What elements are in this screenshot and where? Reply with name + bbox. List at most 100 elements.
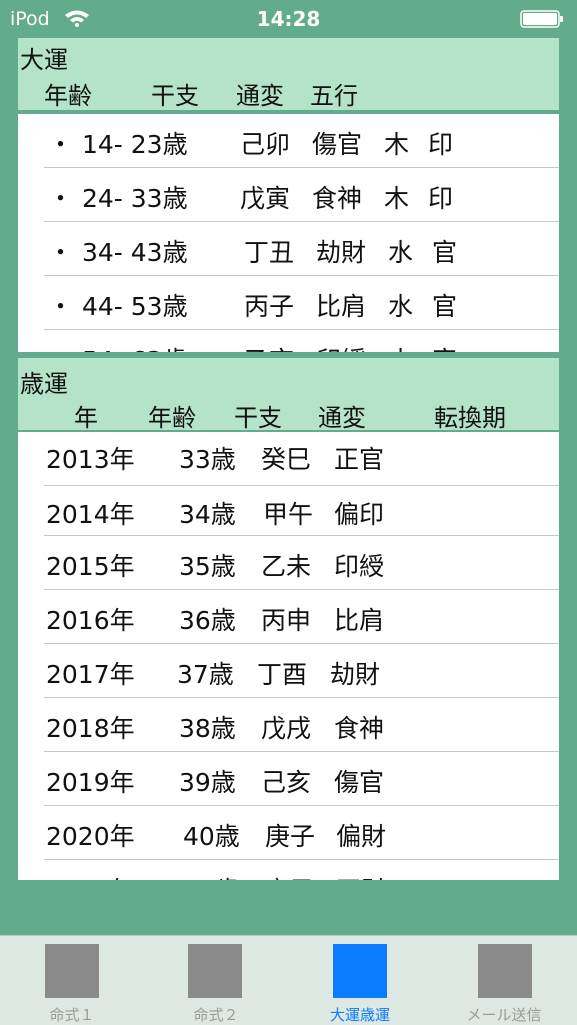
kanshi: 己卯 <box>240 130 291 159</box>
daiun-title: 大運 <box>20 46 68 74</box>
gogyo-1: 水 <box>388 238 414 267</box>
age: 40歳 <box>183 822 240 851</box>
year: 2019年 <box>46 768 135 797</box>
list-item[interactable]: 2016年 36歳 丙申 比肩 <box>18 590 559 644</box>
tsuhen: 印綬 <box>334 552 385 581</box>
list-item[interactable]: ・ 44- 53歳 丙子 比肩 水 官 <box>18 276 559 330</box>
tsuhen: 傷官 <box>334 768 385 797</box>
tsuhen: 食神 <box>334 714 385 743</box>
age: 39歳 <box>179 768 236 797</box>
tab-label: メール送信 <box>466 1006 542 1024</box>
gogyo-1: 木 <box>384 130 410 159</box>
saiun-col-turning-point: 転換期 <box>434 404 506 432</box>
year: 2014年 <box>46 500 135 529</box>
tsuhen: 劫財 <box>330 660 381 689</box>
age: 41歳 <box>183 871 240 880</box>
list-item[interactable]: ・ 24- 33歳 戊寅 食神 木 印 <box>18 168 559 222</box>
tab-meishiki-1[interactable]: 命式１ <box>0 936 144 1025</box>
clock: 14:28 <box>256 7 321 31</box>
list-item[interactable]: 2013年 33歳 癸巳 正官 <box>18 432 559 486</box>
gogyo-2: 官 <box>432 292 458 321</box>
list-item[interactable]: 2017年 37歳 丁酉 劫財 <box>18 644 559 698</box>
list-item[interactable]: 2014年 34歳 甲午 偏印 <box>18 482 559 536</box>
daiun-col-kanshi: 干支 <box>151 82 199 110</box>
year: 2018年 <box>46 714 135 743</box>
tsuhen: 印綬 <box>316 341 366 352</box>
tsuhen: 正官 <box>334 445 385 474</box>
daiun-header: 大運 年齢 干支 通変 五行 <box>18 38 559 110</box>
list-item[interactable]: 2015年 35歳 乙未 印綬 <box>18 536 559 590</box>
bullet: ・ <box>48 238 74 267</box>
bullet: ・ <box>48 184 74 213</box>
gogyo-1: 木 <box>384 184 410 213</box>
gogyo-1: 水 <box>388 341 413 352</box>
gogyo-2: 官 <box>432 341 457 352</box>
saiun-header: 歳運 年 年齢 干支 通変 転換期 <box>18 358 559 432</box>
bullet: ・ <box>48 130 74 159</box>
age: 38歳 <box>179 714 236 743</box>
list-item[interactable]: ・ 54- 63歳 乙亥 印綬 水 官 <box>18 330 559 352</box>
list-item[interactable]: 2021年 41歳 辛丑 正財 <box>18 860 559 880</box>
kanshi: 庚子 <box>265 822 316 851</box>
tab-icon-placeholder <box>478 944 532 998</box>
age: 33歳 <box>179 445 236 474</box>
kanshi: 甲午 <box>263 500 314 529</box>
tab-icon-placeholder <box>333 944 387 998</box>
tab-daiun-saiun[interactable]: 大運歳運 <box>288 936 432 1025</box>
kanshi: 乙亥 <box>244 341 294 352</box>
age-range: 14- 23歳 <box>82 130 188 159</box>
kanshi: 丁丑 <box>244 238 295 267</box>
tsuhen: 偏印 <box>334 500 385 529</box>
battery-icon <box>520 10 563 28</box>
age-range: 44- 53歳 <box>82 292 188 321</box>
tab-label: 命式１ <box>49 1006 95 1024</box>
list-item[interactable]: ・ 34- 43歳 丁丑 劫財 水 官 <box>18 222 559 276</box>
list-item[interactable]: 2019年 39歳 己亥 傷官 <box>18 752 559 806</box>
saiun-list[interactable]: 2013年 33歳 癸巳 正官 2014年 34歳 甲午 偏印 2015年 35… <box>18 432 559 880</box>
gogyo-1: 水 <box>388 292 414 321</box>
tsuhen: 食神 <box>312 184 363 213</box>
age-range: 24- 33歳 <box>82 184 188 213</box>
year: 2021年 <box>46 871 135 880</box>
tab-meishiki-2[interactable]: 命式２ <box>144 936 288 1025</box>
age: 35歳 <box>179 552 236 581</box>
saiun-title: 歳運 <box>20 370 68 398</box>
status-bar: iPod 14:28 <box>0 0 577 36</box>
daiun-list[interactable]: ・ 14- 23歳 己卯 傷官 木 印 ・ 24- 33歳 戊寅 食神 木 印 … <box>18 114 559 352</box>
saiun-col-age: 年齢 <box>148 404 196 432</box>
list-item[interactable]: 2020年 40歳 庚子 偏財 <box>18 806 559 860</box>
kanshi: 戊戌 <box>261 714 312 743</box>
gogyo-2: 印 <box>428 130 454 159</box>
tab-send-mail[interactable]: メール送信 <box>432 936 576 1025</box>
list-item[interactable]: 2018年 38歳 戊戌 食神 <box>18 698 559 752</box>
year: 2013年 <box>46 445 135 474</box>
tsuhen: 正財 <box>336 871 386 880</box>
kanshi: 丙子 <box>244 292 295 321</box>
year: 2017年 <box>46 660 135 689</box>
age-range: 34- 43歳 <box>82 238 188 267</box>
age: 36歳 <box>179 606 236 635</box>
tab-icon-placeholder <box>45 944 99 998</box>
gogyo-2: 印 <box>428 184 454 213</box>
kanshi: 己亥 <box>261 768 312 797</box>
saiun-col-kanshi: 干支 <box>234 404 282 432</box>
age: 34歳 <box>179 500 236 529</box>
saiun-col-year: 年 <box>74 404 98 432</box>
kanshi: 辛丑 <box>265 871 315 880</box>
age-range: 54- 63歳 <box>82 341 188 352</box>
tsuhen: 偏財 <box>336 822 387 851</box>
daiun-col-tsuhen: 通変 <box>236 82 284 110</box>
tsuhen: 比肩 <box>316 292 367 321</box>
gogyo-2: 官 <box>432 238 458 267</box>
tab-label: 命式２ <box>193 1006 239 1024</box>
tsuhen: 劫財 <box>316 238 367 267</box>
kanshi: 丙申 <box>261 606 312 635</box>
tsuhen: 比肩 <box>334 606 385 635</box>
kanshi: 癸巳 <box>261 445 312 474</box>
age: 37歳 <box>177 660 234 689</box>
tsuhen: 傷官 <box>312 130 363 159</box>
tab-icon-placeholder <box>188 944 242 998</box>
year: 2016年 <box>46 606 135 635</box>
list-item[interactable]: ・ 14- 23歳 己卯 傷官 木 印 <box>18 114 559 168</box>
tab-bar: 命式１ 命式２ 大運歳運 メール送信 <box>0 935 577 1025</box>
